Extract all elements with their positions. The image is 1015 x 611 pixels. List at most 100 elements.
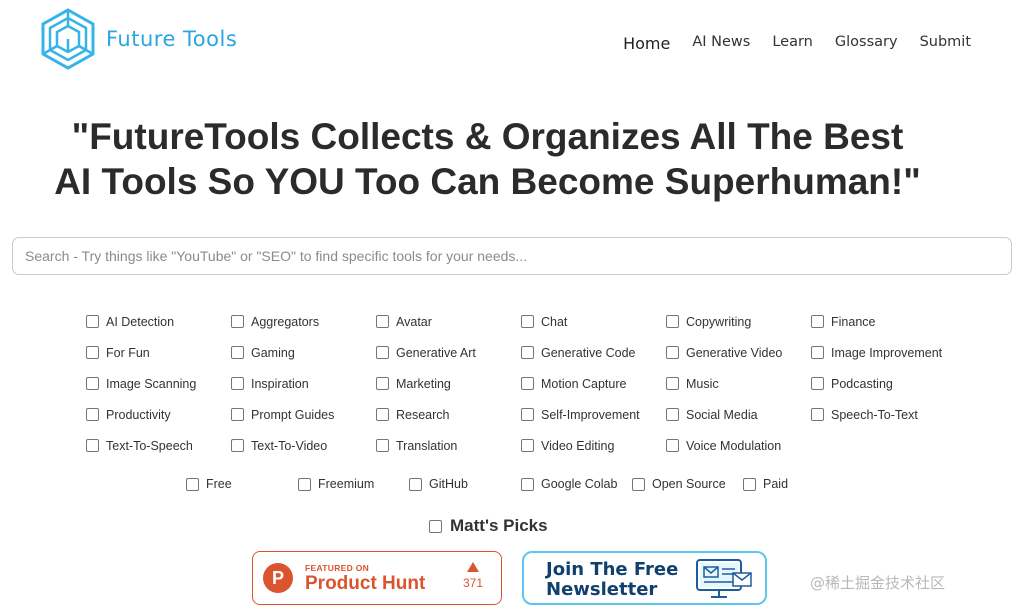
newsletter-text: Join The Free Newsletter [546, 560, 678, 600]
checkbox-box[interactable] [521, 439, 534, 452]
category-checkbox[interactable]: Image Scanning [86, 368, 231, 399]
pricing-checkbox-paid[interactable]: Paid [743, 477, 788, 491]
category-checkbox[interactable]: Image Improvement [811, 337, 956, 368]
product-hunt-text: FEATURED ON Product Hunt [305, 563, 425, 594]
checkbox-box[interactable] [632, 477, 645, 491]
category-checkbox[interactable]: For Fun [86, 337, 231, 368]
checkbox-box[interactable] [429, 519, 442, 533]
pricing-checkbox-google-colab[interactable]: Google Colab [521, 477, 617, 491]
checkbox-box[interactable] [231, 439, 244, 452]
category-checkbox[interactable]: Social Media [666, 399, 811, 430]
category-checkbox[interactable]: Research [376, 399, 521, 430]
checkbox-box[interactable] [743, 477, 756, 491]
checkbox-box[interactable] [376, 346, 389, 359]
category-checkbox[interactable]: Video Editing [521, 430, 666, 461]
nav-home[interactable]: Home [623, 34, 670, 53]
checkbox-box[interactable] [186, 477, 199, 491]
nav-learn[interactable]: Learn [772, 34, 813, 53]
category-label: Research [396, 407, 450, 422]
checkbox-box[interactable] [376, 439, 389, 452]
checkbox-box[interactable] [409, 477, 422, 491]
brand-logo[interactable]: Future Tools [40, 8, 237, 70]
category-label: Copywriting [686, 314, 752, 329]
pricing-checkbox-freemium[interactable]: Freemium [298, 477, 374, 491]
newsletter-line-2: Newsletter [546, 579, 658, 600]
checkbox-box[interactable] [521, 346, 534, 359]
category-checkbox[interactable]: Marketing [376, 368, 521, 399]
category-label: Text-To-Speech [106, 438, 193, 453]
checkbox-box[interactable] [231, 346, 244, 359]
nav-submit[interactable]: Submit [920, 34, 971, 53]
category-checkbox[interactable]: Prompt Guides [231, 399, 376, 430]
checkbox-box[interactable] [231, 408, 244, 421]
checkbox-box[interactable] [376, 315, 389, 328]
product-hunt-badge[interactable]: P FEATURED ON Product Hunt 371 [252, 551, 502, 605]
category-checkbox[interactable]: Chat [521, 306, 666, 337]
newsletter-button[interactable]: Join The Free Newsletter [522, 551, 767, 605]
category-label: For Fun [106, 345, 150, 360]
category-checkbox[interactable]: Self-Improvement [521, 399, 666, 430]
checkbox-box[interactable] [521, 477, 534, 491]
category-checkbox[interactable]: Productivity [86, 399, 231, 430]
checkbox-box[interactable] [521, 377, 534, 390]
product-hunt-logo-icon: P [263, 563, 293, 593]
computer-mail-icon [696, 559, 752, 598]
product-hunt-featured: FEATURED ON [305, 562, 370, 573]
category-checkbox[interactable]: Motion Capture [521, 368, 666, 399]
hero-line-2: AI Tools So YOU Too Can Become Superhuma… [54, 161, 921, 202]
nav-ai-news[interactable]: AI News [692, 34, 750, 53]
category-checkbox[interactable]: Generative Video [666, 337, 811, 368]
pricing-label: Freemium [318, 477, 375, 491]
checkbox-box[interactable] [666, 315, 679, 328]
category-checkbox[interactable]: Podcasting [811, 368, 956, 399]
checkbox-box[interactable] [811, 346, 824, 359]
matts-picks-checkbox[interactable]: Matt's Picks [429, 516, 548, 536]
category-checkbox[interactable]: Text-To-Speech [86, 430, 231, 461]
category-checkbox[interactable]: Music [666, 368, 811, 399]
category-checkbox[interactable]: Generative Art [376, 337, 521, 368]
category-checkbox[interactable]: Speech-To-Text [811, 399, 956, 430]
category-checkbox[interactable]: Avatar [376, 306, 521, 337]
checkbox-box[interactable] [86, 439, 99, 452]
upvote-triangle-icon [466, 562, 479, 572]
checkbox-box[interactable] [86, 315, 99, 328]
pricing-checkbox-open-source[interactable]: Open Source [632, 477, 726, 491]
checkbox-box[interactable] [376, 377, 389, 390]
checkbox-box[interactable] [521, 408, 534, 421]
category-checkbox[interactable]: Inspiration [231, 368, 376, 399]
checkbox-box[interactable] [666, 408, 679, 421]
pricing-label: Google Colab [541, 477, 618, 491]
category-checkbox[interactable]: AI Detection [86, 306, 231, 337]
checkbox-box[interactable] [811, 377, 824, 390]
site-header: Future Tools Home AI News Learn Glossary… [0, 0, 1015, 90]
pricing-checkbox-github[interactable]: GitHub [409, 477, 468, 491]
nav-glossary[interactable]: Glossary [835, 34, 898, 53]
checkbox-box[interactable] [86, 346, 99, 359]
category-label: Marketing [396, 376, 451, 391]
checkbox-box[interactable] [666, 346, 679, 359]
category-checkbox[interactable]: Voice Modulation [666, 430, 811, 461]
checkbox-box[interactable] [231, 315, 244, 328]
checkbox-box[interactable] [298, 477, 311, 491]
category-checkbox[interactable]: Generative Code [521, 337, 666, 368]
category-checkbox[interactable]: Aggregators [231, 306, 376, 337]
checkbox-box[interactable] [376, 408, 389, 421]
checkbox-box[interactable] [231, 377, 244, 390]
checkbox-box[interactable] [666, 377, 679, 390]
checkbox-box[interactable] [521, 315, 534, 328]
checkbox-box[interactable] [666, 439, 679, 452]
category-checkbox[interactable]: Finance [811, 306, 956, 337]
pricing-checkbox-free[interactable]: Free [186, 477, 232, 491]
checkbox-box[interactable] [811, 315, 824, 328]
checkbox-box[interactable] [86, 377, 99, 390]
category-label: Avatar [396, 314, 432, 329]
category-checkbox[interactable]: Translation [376, 430, 521, 461]
category-label: Inspiration [251, 376, 309, 391]
search-input[interactable] [12, 237, 1012, 275]
category-checkbox[interactable]: Text-To-Video [231, 430, 376, 461]
checkbox-box[interactable] [86, 408, 99, 421]
category-checkbox[interactable]: Gaming [231, 337, 376, 368]
checkbox-box[interactable] [811, 408, 824, 421]
hexagon-logo-icon [41, 8, 95, 70]
category-checkbox[interactable]: Copywriting [666, 306, 811, 337]
